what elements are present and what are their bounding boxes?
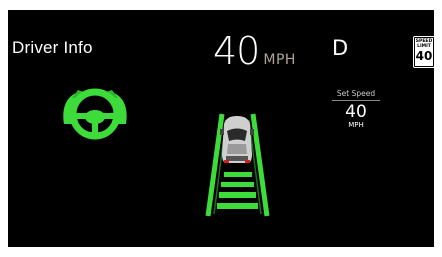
- car-icon: [220, 116, 254, 163]
- following-distance-bars: [217, 172, 258, 209]
- lane-assist-display: [205, 113, 270, 217]
- driver-info-display: Driver Info 40 MPH D SPEED LIMIT 40 Set S…: [8, 10, 434, 247]
